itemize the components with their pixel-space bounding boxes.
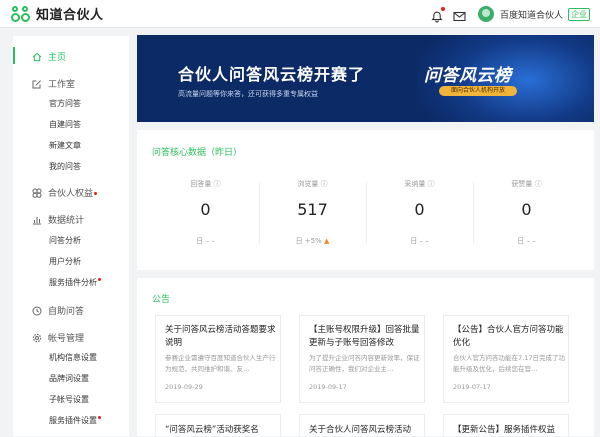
announcement-body: 合伙人官方问答功能在7.17日完成了功能升级及优化，后续您在官… — [453, 354, 565, 373]
bar-chart-icon — [32, 215, 42, 225]
announcement-title: 关于合伙人问答风云榜活动 — [309, 425, 412, 435]
sidebar-item-label: 自助问答 — [48, 307, 85, 317]
banner-pill: 面向合伙人机构开放 — [439, 86, 517, 96]
announcement-item[interactable]: 关于合伙人问答风云榜活动 — [299, 414, 425, 436]
announcement-date: 2019-07-17 — [453, 383, 491, 391]
sidebar-subitem-plugin-analysis[interactable]: 服务插件分析 — [49, 277, 101, 288]
logo-icon — [10, 5, 32, 23]
sidebar-subitem-label: 服务插件设置 — [49, 416, 97, 425]
stat-label: 采纳量 ⓘ — [404, 180, 435, 188]
arrow-up-icon: ▲ — [324, 237, 330, 245]
top-bar: 知道合伙人 百度知道合伙人 企业 — [0, 0, 600, 28]
stat-label: 回答量 ⓘ — [190, 180, 221, 188]
sidebar-item-label: 帐号管理 — [48, 334, 85, 344]
new-dot — [98, 278, 101, 281]
announcement-title: 【主账号权限升级】回答批量更新与子账号回答修改 — [309, 325, 420, 348]
banner-title: 合伙人问答风云榜开赛了 — [178, 65, 366, 84]
announcement-item[interactable]: 【公告】合伙人官方问答功能优化 合伙人官方问答功能在7.17日完成了功能升级及优… — [443, 315, 569, 403]
new-dot — [94, 191, 98, 195]
sidebar-item-partner-rights[interactable]: 合伙人权益 — [13, 186, 129, 199]
stat-value: 517 — [297, 200, 328, 219]
announcement-item[interactable]: 关于问答风云榜活动答题要求说明 参赛企业需遵守百度知道合伙人生产行为规范，共同维… — [155, 315, 281, 403]
home-icon — [32, 52, 42, 62]
announcements-title: 公告 — [152, 295, 171, 305]
help-icon[interactable]: ⓘ — [535, 180, 542, 188]
announcement-date: 2019-09-17 — [309, 383, 347, 391]
announcement-body: 参赛企业需遵守百度知道合伙人生产行为规范，共同维护和谐、友… — [165, 354, 276, 373]
sidebar-item-label: 工作室 — [48, 80, 76, 90]
sidebar-subitem-self-qa[interactable]: 自建问答 — [49, 119, 81, 130]
stat-value: 0 — [200, 200, 211, 219]
stat-foot: 日 – – — [196, 237, 215, 245]
sidebar-item-workbench[interactable]: 工作室 — [13, 77, 129, 90]
announcement-date: 2019-09-29 — [165, 383, 203, 391]
sidebar-subitem-plugin-settings[interactable]: 服务插件设置 — [49, 415, 101, 426]
sidebar-subitem-official-qa[interactable]: 官方问答 — [49, 98, 81, 109]
help-icon[interactable]: ⓘ — [428, 180, 435, 188]
sidebar-item-label: 主页 — [48, 53, 67, 63]
partner-icon — [32, 188, 42, 198]
stat-foot: 日 – – — [410, 237, 429, 245]
announcement-body: 为了提升企业问答内容更新效率，保证问答正确性，我们对企业主… — [309, 354, 420, 373]
stat-label: 浏览量 ⓘ — [297, 180, 328, 188]
banner-logo-text: 问答风云榜 — [424, 66, 512, 86]
sidebar-subitem-qa-analysis[interactable]: 问答分析 — [49, 235, 81, 246]
enterprise-badge: 企业 — [568, 7, 590, 21]
notification-dot — [440, 7, 445, 11]
stat-foot: 日 – – — [517, 237, 536, 245]
sidebar-subitem-sub-account[interactable]: 子帐号设置 — [49, 394, 89, 405]
help-icon[interactable]: ⓘ — [321, 180, 328, 188]
announcement-item[interactable]: 【主账号权限升级】回答批量更新与子账号回答修改 为了提升企业问答内容更新效率，保… — [299, 315, 425, 403]
mail-icon[interactable] — [453, 8, 466, 21]
announcement-item[interactable]: 【更新公告】服务插件权益 — [443, 414, 569, 436]
promo-banner[interactable]: 合伙人问答风云榜开赛了 高流量问题等你来答，还可获得多重专属权益 问答风云榜 面… — [137, 35, 594, 122]
sidebar-item-account[interactable]: 帐号管理 — [13, 331, 129, 344]
sidebar: 主页 工作室 官方问答 自建问答 新建文章 我的问答 合伙人权益 数据统计 问答… — [13, 36, 129, 436]
announcement-item[interactable]: “问答风云榜”活动获奖名 — [155, 414, 281, 436]
logo-text: 知道合伙人 — [36, 8, 104, 23]
stat-label: 获赞量 ⓘ — [511, 180, 542, 188]
sidebar-item-auto-qa[interactable]: 自助问答 — [13, 304, 129, 317]
help-icon[interactable]: ⓘ — [214, 180, 221, 188]
sidebar-item-stats[interactable]: 数据统计 — [13, 213, 129, 226]
announcement-title: “问答风云榜”活动获奖名 — [165, 425, 259, 435]
user-name[interactable]: 百度知道合伙人 — [500, 8, 563, 21]
stat-value: 0 — [521, 200, 532, 219]
announcement-title: 【公告】合伙人官方问答功能优化 — [453, 325, 564, 348]
clock-icon — [32, 306, 42, 316]
sidebar-subitem-my-qa[interactable]: 我的问答 — [49, 161, 81, 172]
sidebar-subitem-label: 服务插件分析 — [49, 278, 97, 287]
sidebar-subitem-org-info[interactable]: 机构信息设置 — [49, 352, 97, 363]
notification-bell-icon[interactable] — [431, 7, 445, 23]
sidebar-subitem-user-analysis[interactable]: 用户分析 — [49, 256, 81, 267]
sidebar-subitem-new-article[interactable]: 新建文章 — [49, 140, 81, 151]
core-data-title: 问答核心数据（昨日） — [152, 148, 243, 158]
sidebar-item-home[interactable]: 主页 — [13, 47, 129, 64]
sidebar-item-label: 数据统计 — [48, 216, 85, 226]
sidebar-subitem-brand-words[interactable]: 品牌词设置 — [49, 373, 89, 384]
gear-icon — [32, 333, 42, 343]
announcement-title: 关于问答风云榜活动答题要求说明 — [165, 325, 276, 348]
announcement-title: 【更新公告】服务插件权益 — [453, 425, 556, 435]
sidebar-item-label: 合伙人权益 — [48, 189, 94, 199]
logo[interactable]: 知道合伙人 — [10, 0, 104, 28]
stat-value: 0 — [414, 200, 425, 219]
banner-subtitle: 高流量问题等你来答，还可获得多重专属权益 — [178, 90, 318, 98]
avatar[interactable] — [477, 6, 494, 22]
stat-foot: 日 +5% ▲ — [295, 237, 330, 245]
new-dot — [98, 416, 101, 419]
edit-icon — [32, 79, 42, 89]
